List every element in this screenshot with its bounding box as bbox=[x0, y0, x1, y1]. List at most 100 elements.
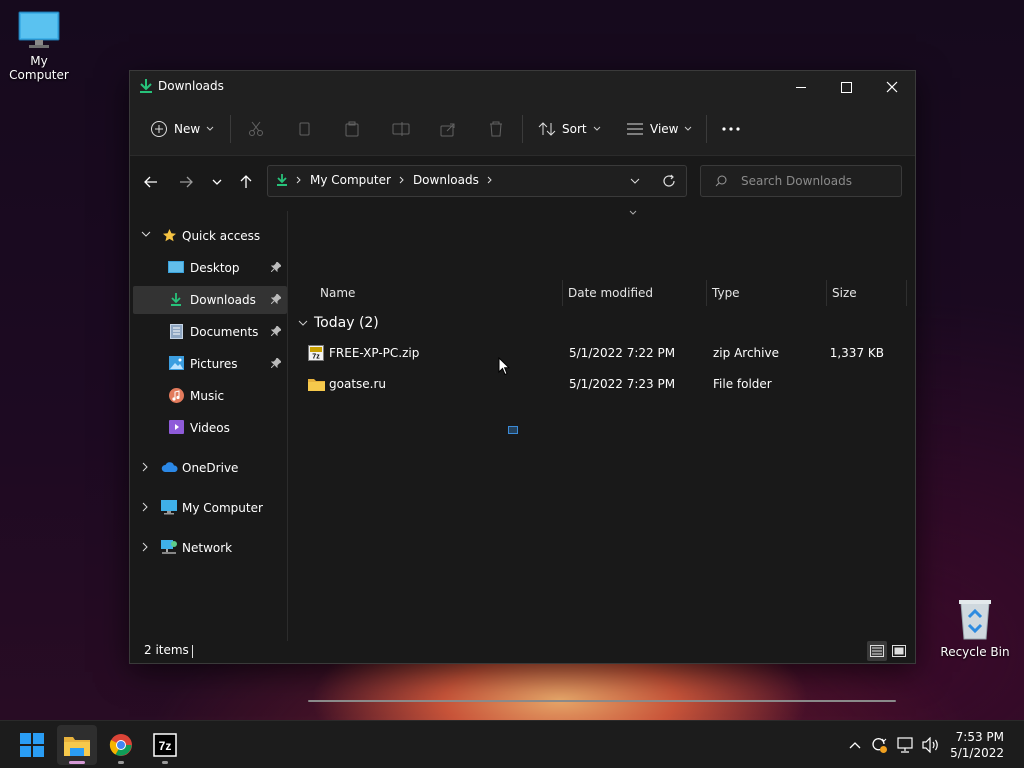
monitor-icon bbox=[161, 500, 177, 515]
column-separator[interactable] bbox=[562, 280, 563, 306]
pin-icon[interactable] bbox=[271, 294, 281, 304]
back-button[interactable] bbox=[139, 170, 163, 194]
horizontal-scrollbar[interactable] bbox=[308, 700, 896, 702]
more-options-button[interactable] bbox=[722, 113, 740, 145]
desktop-icon-my-computer[interactable]: My Computer bbox=[0, 10, 79, 82]
desktop-icon-label: My Computer bbox=[9, 54, 69, 82]
search-box[interactable]: Search Downloads bbox=[700, 165, 902, 197]
forward-button[interactable] bbox=[174, 170, 198, 194]
ellipsis-icon bbox=[722, 127, 740, 131]
windows-logo-icon bbox=[20, 733, 44, 757]
group-header-today[interactable]: Today (2) bbox=[298, 315, 379, 331]
cloud-icon bbox=[161, 462, 178, 472]
chevron-right-icon bbox=[296, 176, 301, 184]
desktop-icon-label: Recycle Bin bbox=[940, 645, 1010, 659]
sort-button[interactable]: Sort bbox=[538, 113, 601, 145]
details-view-button[interactable] bbox=[867, 641, 887, 661]
tray-update-icon[interactable] bbox=[869, 735, 889, 755]
sidebar-item-pictures[interactable]: Pictures bbox=[133, 350, 287, 378]
sidebar-item-network[interactable]: Network bbox=[133, 534, 287, 562]
sidebar-item-desktop[interactable]: Desktop bbox=[133, 254, 287, 282]
close-button[interactable] bbox=[869, 71, 915, 103]
start-button[interactable] bbox=[12, 725, 52, 765]
paste-button[interactable] bbox=[344, 113, 360, 145]
sidebar-item-videos[interactable]: Videos bbox=[133, 414, 287, 442]
music-icon bbox=[169, 388, 184, 403]
chevron-right-icon[interactable] bbox=[141, 542, 149, 552]
view-button[interactable]: View bbox=[626, 113, 692, 145]
taskbar: 7z 7:53 PM 5/1/2022 bbox=[0, 720, 1024, 768]
running-indicator bbox=[118, 761, 124, 764]
sidebar-item-my-computer[interactable]: My Computer bbox=[133, 494, 287, 522]
breadcrumb-downloads[interactable]: Downloads bbox=[413, 173, 479, 187]
title-bar[interactable]: Downloads bbox=[130, 71, 915, 103]
share-button[interactable] bbox=[440, 113, 456, 145]
column-header-name[interactable]: Name bbox=[320, 286, 355, 300]
chevron-down-icon[interactable] bbox=[630, 178, 640, 184]
sidebar-item-onedrive[interactable]: OneDrive bbox=[133, 454, 287, 482]
toolbar-separator bbox=[230, 115, 231, 143]
sidebar-item-label: Network bbox=[182, 541, 233, 555]
chevron-down-icon bbox=[212, 179, 222, 185]
refresh-icon[interactable] bbox=[662, 174, 676, 188]
large-icons-view-button[interactable] bbox=[889, 641, 909, 661]
column-separator[interactable] bbox=[906, 280, 907, 306]
sort-button-label: Sort bbox=[562, 122, 587, 136]
minimize-button[interactable] bbox=[778, 71, 824, 103]
chevron-right-icon[interactable] bbox=[141, 502, 149, 512]
file-list: Name Date modified Type Size Today (2) 7… bbox=[290, 208, 915, 702]
trash-icon bbox=[490, 121, 502, 137]
table-row[interactable]: goatse.ru 5/1/2022 7:23 PM File folder bbox=[296, 370, 902, 398]
column-header-date[interactable]: Date modified bbox=[568, 286, 653, 300]
pin-icon[interactable] bbox=[271, 326, 281, 336]
file-date: 5/1/2022 7:23 PM bbox=[569, 377, 676, 391]
maximize-button[interactable] bbox=[823, 71, 869, 103]
column-separator[interactable] bbox=[826, 280, 827, 306]
sidebar-item-music[interactable]: Music bbox=[133, 382, 287, 410]
sidebar-item-label: My Computer bbox=[182, 501, 263, 515]
desktop-folder-icon bbox=[168, 261, 184, 273]
sidebar-item-documents[interactable]: Documents bbox=[133, 318, 287, 346]
pin-icon[interactable] bbox=[271, 358, 281, 368]
taskbar-7zip[interactable]: 7z bbox=[145, 725, 185, 765]
window-title: Downloads bbox=[158, 79, 224, 93]
chevron-right-icon bbox=[487, 176, 492, 184]
recycle-bin-icon bbox=[959, 600, 991, 640]
column-separator[interactable] bbox=[706, 280, 707, 306]
tray-network-icon[interactable] bbox=[896, 735, 916, 755]
column-header-size[interactable]: Size bbox=[832, 286, 857, 300]
clock-date: 5/1/2022 bbox=[950, 746, 1004, 760]
pin-icon[interactable] bbox=[271, 262, 281, 272]
copy-button[interactable] bbox=[296, 113, 312, 145]
sidebar-item-quick-access[interactable]: Quick access bbox=[133, 222, 287, 250]
monitor-icon bbox=[18, 11, 60, 48]
taskbar-chrome[interactable] bbox=[101, 725, 141, 765]
delete-button[interactable] bbox=[488, 113, 504, 145]
desktop-icon-recycle-bin[interactable]: Recycle Bin bbox=[935, 597, 1015, 659]
rename-button[interactable] bbox=[392, 113, 410, 145]
table-row[interactable]: 7z FREE-XP-PC.zip 5/1/2022 7:22 PM zip A… bbox=[296, 339, 902, 367]
show-hidden-icons-button[interactable] bbox=[845, 735, 865, 755]
minimize-icon bbox=[796, 87, 806, 88]
sidebar-item-downloads[interactable]: Downloads bbox=[133, 286, 287, 314]
chevron-right-icon[interactable] bbox=[141, 462, 149, 472]
system-clock[interactable]: 7:53 PM 5/1/2022 bbox=[950, 729, 1004, 761]
pane-divider[interactable] bbox=[287, 211, 288, 641]
svg-text:7z: 7z bbox=[159, 739, 172, 753]
chevron-down-icon[interactable] bbox=[141, 230, 151, 238]
new-button[interactable]: New bbox=[150, 113, 214, 145]
cut-button[interactable] bbox=[248, 113, 264, 145]
recent-locations-button[interactable] bbox=[205, 170, 229, 194]
breadcrumb-my-computer[interactable]: My Computer bbox=[310, 173, 391, 187]
chevron-right-icon bbox=[399, 176, 404, 184]
up-button[interactable] bbox=[234, 170, 258, 194]
address-bar[interactable]: My Computer Downloads bbox=[267, 165, 687, 197]
column-header-type[interactable]: Type bbox=[712, 286, 740, 300]
new-button-label: New bbox=[174, 122, 201, 136]
tray-volume-icon[interactable] bbox=[921, 735, 941, 755]
zip-icon: 7z bbox=[308, 345, 324, 361]
status-bar: 2 items bbox=[130, 639, 915, 663]
taskbar-file-explorer[interactable] bbox=[57, 725, 97, 765]
share-icon bbox=[440, 123, 455, 137]
details-view-icon bbox=[870, 645, 884, 657]
